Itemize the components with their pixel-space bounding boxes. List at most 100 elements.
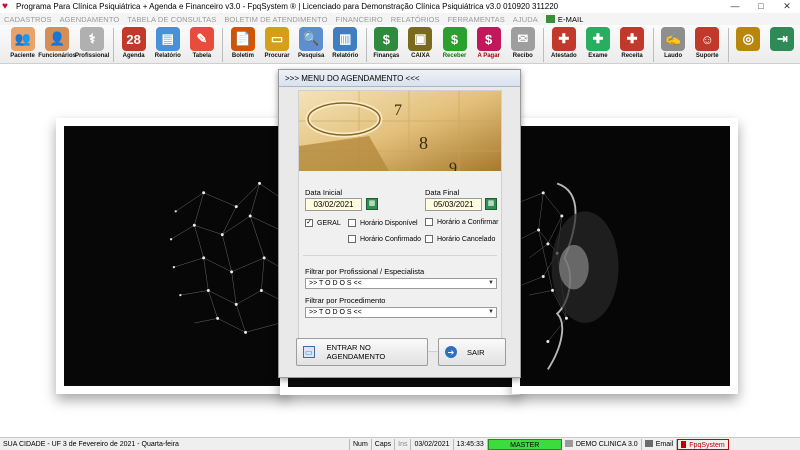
toolbar-label: Suporte bbox=[695, 53, 719, 59]
toolbar-label: A Pagar bbox=[477, 53, 500, 59]
exit-button[interactable]: ➔ SAIR bbox=[438, 338, 506, 366]
menu-relatorios[interactable]: RELATÓRIOS bbox=[391, 15, 440, 24]
check-disponivel[interactable]: Horário Disponível bbox=[348, 219, 418, 227]
table-icon: ✎ bbox=[189, 27, 214, 51]
toolbar-separator bbox=[652, 28, 654, 62]
toolbar-label: Agenda bbox=[122, 53, 145, 59]
check-cancelado[interactable]: Horário Cancelado bbox=[425, 235, 495, 243]
toolbar-button-a-pagar[interactable]: $ A Pagar bbox=[472, 25, 505, 63]
toolbar-button-relat-rio[interactable]: ▥ Relatório bbox=[329, 25, 362, 63]
checkbox-confirmado[interactable] bbox=[348, 235, 356, 243]
toolbar-button-coins[interactable]: ◎ bbox=[732, 25, 765, 63]
dialog-panel: 7 8 9 Data Inicial 03/02/2021 ▦ Data Fin… bbox=[298, 90, 502, 352]
calendar-icon: 28 bbox=[121, 27, 146, 51]
checkbox-a-confirmar[interactable] bbox=[425, 218, 433, 226]
toolbar-button-finan-as[interactable]: $ Finanças bbox=[370, 25, 403, 63]
calendar-banner-image: 7 8 9 bbox=[299, 91, 501, 171]
status-num: Num bbox=[350, 438, 372, 450]
toolbar-button-pesquisa[interactable]: 🔍 Pesquisa bbox=[295, 25, 328, 63]
clinic-icon bbox=[564, 440, 573, 448]
check-cancelado-label: Horário Cancelado bbox=[437, 235, 496, 243]
svg-text:8: 8 bbox=[419, 133, 428, 153]
report-doc-icon: ✍ bbox=[661, 27, 686, 51]
toolbar-label: Receita bbox=[621, 53, 643, 59]
toolbar-label: Pesquisa bbox=[297, 53, 325, 59]
status-date: 03/02/2021 bbox=[411, 438, 454, 450]
app-logo-icon: ♥ bbox=[2, 0, 8, 12]
checkbox-disponivel[interactable] bbox=[348, 219, 356, 227]
status-bar: SUA CIDADE - UF 3 de Fevereiro de 2021 -… bbox=[0, 437, 800, 450]
email-icon[interactable] bbox=[545, 15, 555, 23]
support-icon: ☺ bbox=[695, 27, 720, 51]
toolbar-button-procurar[interactable]: ▭ Procurar bbox=[260, 25, 293, 63]
start-date-field[interactable]: 03/02/2021 bbox=[305, 198, 362, 211]
menu-agendamento[interactable]: AGENDAMENTO bbox=[60, 15, 120, 24]
calendar-icon: ▦ bbox=[487, 200, 495, 207]
start-date-label: Data Inicial bbox=[305, 188, 343, 197]
minimize-button[interactable]: — bbox=[722, 0, 748, 13]
maximize-button[interactable]: □ bbox=[748, 0, 774, 13]
report-icon: ▤ bbox=[155, 27, 180, 51]
toolbar-button-receita[interactable]: ✚ Receita bbox=[616, 25, 649, 63]
start-date-calendar-button[interactable]: ▦ bbox=[366, 198, 378, 210]
toolbar-button-atestado[interactable]: ✚ Atestado bbox=[547, 25, 580, 63]
toolbar-label: Laudo bbox=[664, 53, 683, 59]
toolbar-label: Atestado bbox=[551, 53, 577, 59]
status-company-text: DEMO CLINICA 3.0 bbox=[575, 440, 638, 448]
menu-tabela-consultas[interactable]: TABELA DE CONSULTAS bbox=[127, 15, 216, 24]
chevron-down-icon[interactable]: ▼ bbox=[488, 308, 494, 317]
status-email[interactable]: Email bbox=[642, 438, 678, 450]
brand-logo-icon bbox=[681, 441, 687, 449]
toolbar-button-exame[interactable]: ✚ Exame bbox=[581, 25, 614, 63]
chevron-down-icon[interactable]: ▼ bbox=[488, 279, 494, 288]
toolbar-button-receber[interactable]: $ Receber bbox=[438, 25, 471, 63]
window-title: Programa Para Clínica Psiquiátrica + Age… bbox=[16, 2, 559, 11]
report2-icon: ▥ bbox=[333, 27, 358, 51]
toolbar-label: Procurar bbox=[264, 53, 290, 59]
toolbar-button-caixa[interactable]: ▣ CAIXA bbox=[404, 25, 437, 63]
menu-ajuda[interactable]: AJUDA bbox=[513, 15, 538, 24]
menu-cadastros[interactable]: CADASTROS bbox=[4, 15, 52, 24]
check-geral[interactable]: ✓ GERAL bbox=[305, 219, 341, 227]
enter-scheduling-button[interactable]: ▭ ENTRAR NO AGENDAMENTO bbox=[296, 338, 428, 366]
toolbar-button-recibo[interactable]: ✉ Recibo bbox=[506, 25, 539, 63]
status-caps: Caps bbox=[372, 438, 396, 450]
check-a-confirmar[interactable]: Horário a Confirmar bbox=[425, 218, 498, 226]
toolbar-button-suporte[interactable]: ☺ Suporte bbox=[691, 25, 724, 63]
exam-icon: ✚ bbox=[585, 27, 610, 51]
exit-icon: ⇥ bbox=[770, 27, 795, 51]
end-date-calendar-button[interactable]: ▦ bbox=[485, 198, 497, 210]
toolbar-button-profissional[interactable]: ⚕ Profissional bbox=[75, 25, 109, 63]
toolbar-label: Receber bbox=[442, 53, 467, 59]
menu-boletim[interactable]: BOLETIM DE ATENDIMENTO bbox=[224, 15, 327, 24]
status-company: DEMO CLINICA 3.0 bbox=[562, 438, 642, 450]
toolbar-label: Profissional bbox=[74, 53, 110, 59]
status-email-text: Email bbox=[655, 440, 674, 448]
filter-professional-select[interactable]: >> T O D O S << ▼ bbox=[305, 278, 497, 289]
toolbar-button-relat-rio[interactable]: ▤ Relatório bbox=[151, 25, 184, 63]
status-brand-text: FpqSystem bbox=[689, 441, 725, 449]
finance-icon: $ bbox=[374, 27, 399, 51]
menu-email[interactable]: E-MAIL bbox=[558, 15, 584, 24]
end-date-field[interactable]: 05/03/2021 bbox=[425, 198, 482, 211]
toolbar-separator bbox=[543, 28, 545, 62]
toolbar-button-agenda[interactable]: 28 Agenda bbox=[117, 25, 150, 63]
toolbar-button-laudo[interactable]: ✍ Laudo bbox=[657, 25, 690, 63]
toolbar-button-exit[interactable]: ⇥ bbox=[766, 25, 799, 63]
close-button[interactable]: ✕ bbox=[774, 0, 800, 13]
toolbar-button-boletim[interactable]: 📄 Boletim bbox=[226, 25, 259, 63]
toolbar-label: Relatório bbox=[332, 53, 359, 59]
checkbox-cancelado[interactable] bbox=[425, 235, 433, 243]
checkbox-geral[interactable]: ✓ bbox=[305, 219, 313, 227]
check-confirmado[interactable]: Horário Confirmado bbox=[348, 235, 421, 243]
toolbar-button-paciente[interactable]: 👥 Paciente bbox=[6, 25, 39, 63]
menu-financeiro[interactable]: FINANCEIRO bbox=[336, 15, 383, 24]
toolbar-button-funcion-rios[interactable]: 👤 Funcionários bbox=[38, 25, 76, 63]
toolbar-separator bbox=[727, 28, 729, 62]
svg-text:9: 9 bbox=[449, 160, 457, 171]
toolbar-separator bbox=[113, 28, 115, 62]
toolbar-button-tabela[interactable]: ✎ Tabela bbox=[185, 25, 218, 63]
filter-procedure-select[interactable]: >> T O D O S << ▼ bbox=[305, 307, 497, 318]
menu-ferramentas[interactable]: FERRAMENTAS bbox=[448, 15, 505, 24]
status-city-date: SUA CIDADE - UF 3 de Fevereiro de 2021 -… bbox=[0, 438, 350, 450]
